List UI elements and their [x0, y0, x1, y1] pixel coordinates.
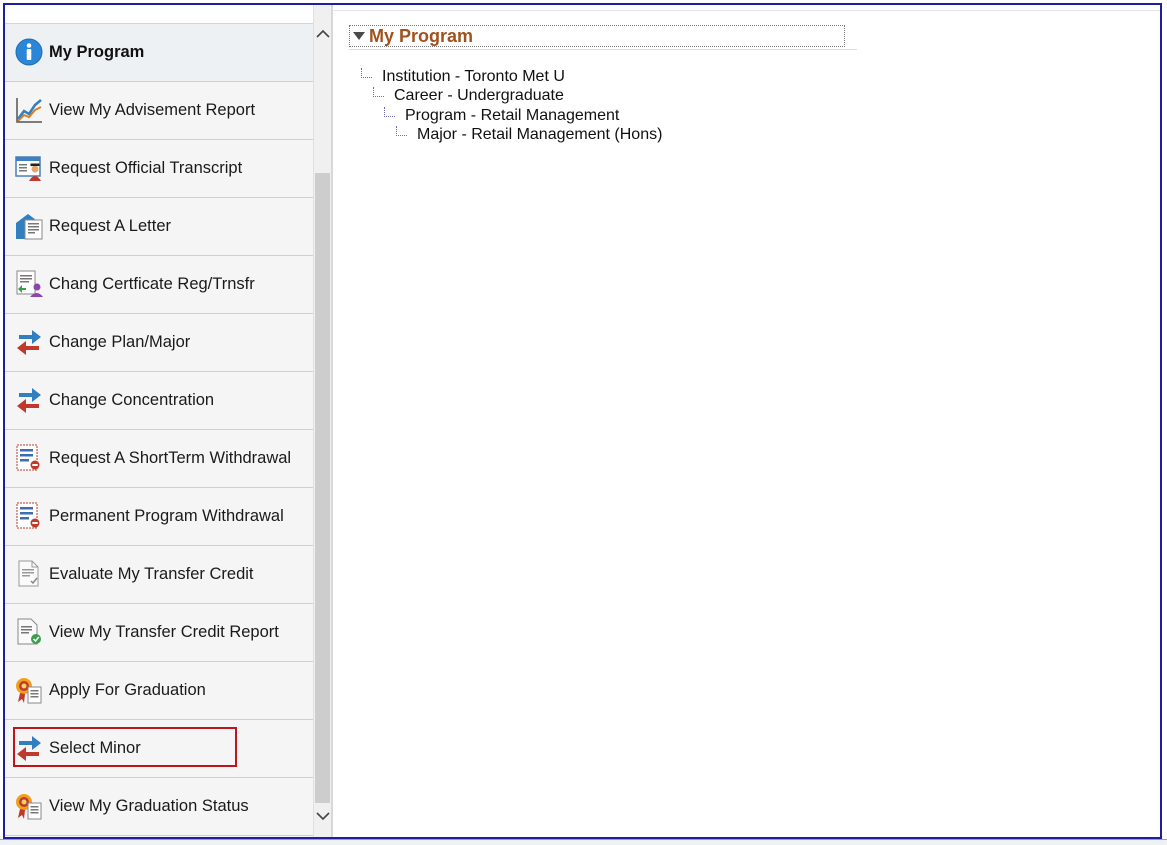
graduation-award-icon: [14, 675, 44, 705]
withdrawal-form-icon: [14, 501, 44, 531]
sidebar-item-label: Request Official Transcript: [49, 159, 243, 177]
sidebar-item-label: Apply For Graduation: [49, 681, 206, 699]
transcript-icon: [14, 153, 44, 183]
sidebar-item-evaluate-transfer-credit[interactable]: Evaluate My Transfer Credit: [5, 546, 313, 604]
chevron-up-icon: [315, 29, 330, 38]
sidebar-item-my-program[interactable]: My Program: [5, 24, 313, 82]
window-bottom-edge: [0, 839, 1167, 845]
sidebar-item-label: Request A ShortTerm Withdrawal: [49, 449, 292, 467]
tree-node-label: Program - Retail Management: [405, 107, 620, 124]
chevron-down-icon: [315, 812, 330, 821]
letter-icon: [14, 211, 44, 241]
sidebar-item-change-concentration[interactable]: Change Concentration: [5, 372, 313, 430]
tree-connector: [384, 107, 395, 117]
sidebar-item-certificate-transfer[interactable]: Chang Certficate Reg/Trnsfr: [5, 256, 313, 314]
sidebar-item-label: Evaluate My Transfer Credit: [49, 565, 254, 583]
graduation-award-icon: [14, 791, 44, 821]
scroll-thumb[interactable]: [315, 173, 330, 803]
app-frame: My Program View My Advisement Report Req…: [3, 3, 1162, 839]
navigation-sidebar: My Program View My Advisement Report Req…: [5, 5, 313, 837]
sidebar-item-label: Permanent Program Withdrawal: [49, 507, 284, 525]
certificate-transfer-icon: [14, 269, 44, 299]
sidebar-item-label: Request A Letter: [49, 217, 172, 235]
sidebar-item-graduation-status[interactable]: View My Graduation Status: [5, 778, 313, 836]
swap-arrows-icon: [14, 385, 44, 415]
sidebar-item-label: View My Advisement Report: [49, 101, 256, 119]
scroll-up-button[interactable]: [314, 23, 331, 45]
sidebar-item-request-official-transcript[interactable]: Request Official Transcript: [5, 140, 313, 198]
main-top-strip: [333, 5, 1160, 11]
sidebar-item-label: Change Concentration: [49, 391, 215, 409]
scroll-down-button[interactable]: [314, 805, 331, 827]
withdrawal-form-icon: [14, 443, 44, 473]
sidebar-item-label: Change Plan/Major: [49, 333, 191, 351]
sidebar-item-label: View My Transfer Credit Report: [49, 623, 279, 641]
sidebar-item-apply-for-graduation[interactable]: Apply For Graduation: [5, 662, 313, 720]
line-chart-icon: [14, 95, 44, 125]
sidebar-top-strip: [5, 5, 313, 24]
info-icon: [14, 37, 44, 67]
sidebar-item-shortterm-withdrawal[interactable]: Request A ShortTerm Withdrawal: [5, 430, 313, 488]
tree-connector: [396, 126, 407, 136]
sidebar-item-transfer-credit-report[interactable]: View My Transfer Credit Report: [5, 604, 313, 662]
sidebar-item-select-minor[interactable]: Select Minor: [5, 720, 313, 778]
sidebar-item-request-letter[interactable]: Request A Letter: [5, 198, 313, 256]
sidebar-scrollbar[interactable]: [313, 5, 331, 837]
report-approved-icon: [14, 617, 44, 647]
section-header-my-program[interactable]: My Program: [349, 25, 845, 47]
sidebar-item-change-plan-major[interactable]: Change Plan/Major: [5, 314, 313, 372]
main-content: My Program Institution - Toronto Met U C…: [333, 5, 1160, 837]
sidebar-item-label: Chang Certficate Reg/Trnsfr: [49, 275, 255, 293]
tree-connector: [361, 68, 372, 78]
collapse-triangle-icon: [353, 32, 365, 40]
document-check-icon: [14, 559, 44, 589]
tree-node-label: Institution - Toronto Met U: [382, 68, 565, 85]
section-title: My Program: [369, 26, 474, 46]
sidebar-item-label: My Program: [49, 43, 145, 61]
tree-node-label: Major - Retail Management (Hons): [417, 126, 663, 143]
sidebar-item-view-advisement-report[interactable]: View My Advisement Report: [5, 82, 313, 140]
section-divider: [349, 49, 857, 50]
tree-connector: [373, 87, 384, 97]
swap-arrows-icon: [14, 327, 44, 357]
sidebar-nav-list: My Program View My Advisement Report Req…: [5, 24, 313, 836]
tree-node-label: Career - Undergraduate: [394, 87, 564, 104]
highlight-box: [13, 727, 237, 767]
sidebar-item-label: View My Graduation Status: [49, 797, 249, 815]
sidebar-item-permanent-withdrawal[interactable]: Permanent Program Withdrawal: [5, 488, 313, 546]
